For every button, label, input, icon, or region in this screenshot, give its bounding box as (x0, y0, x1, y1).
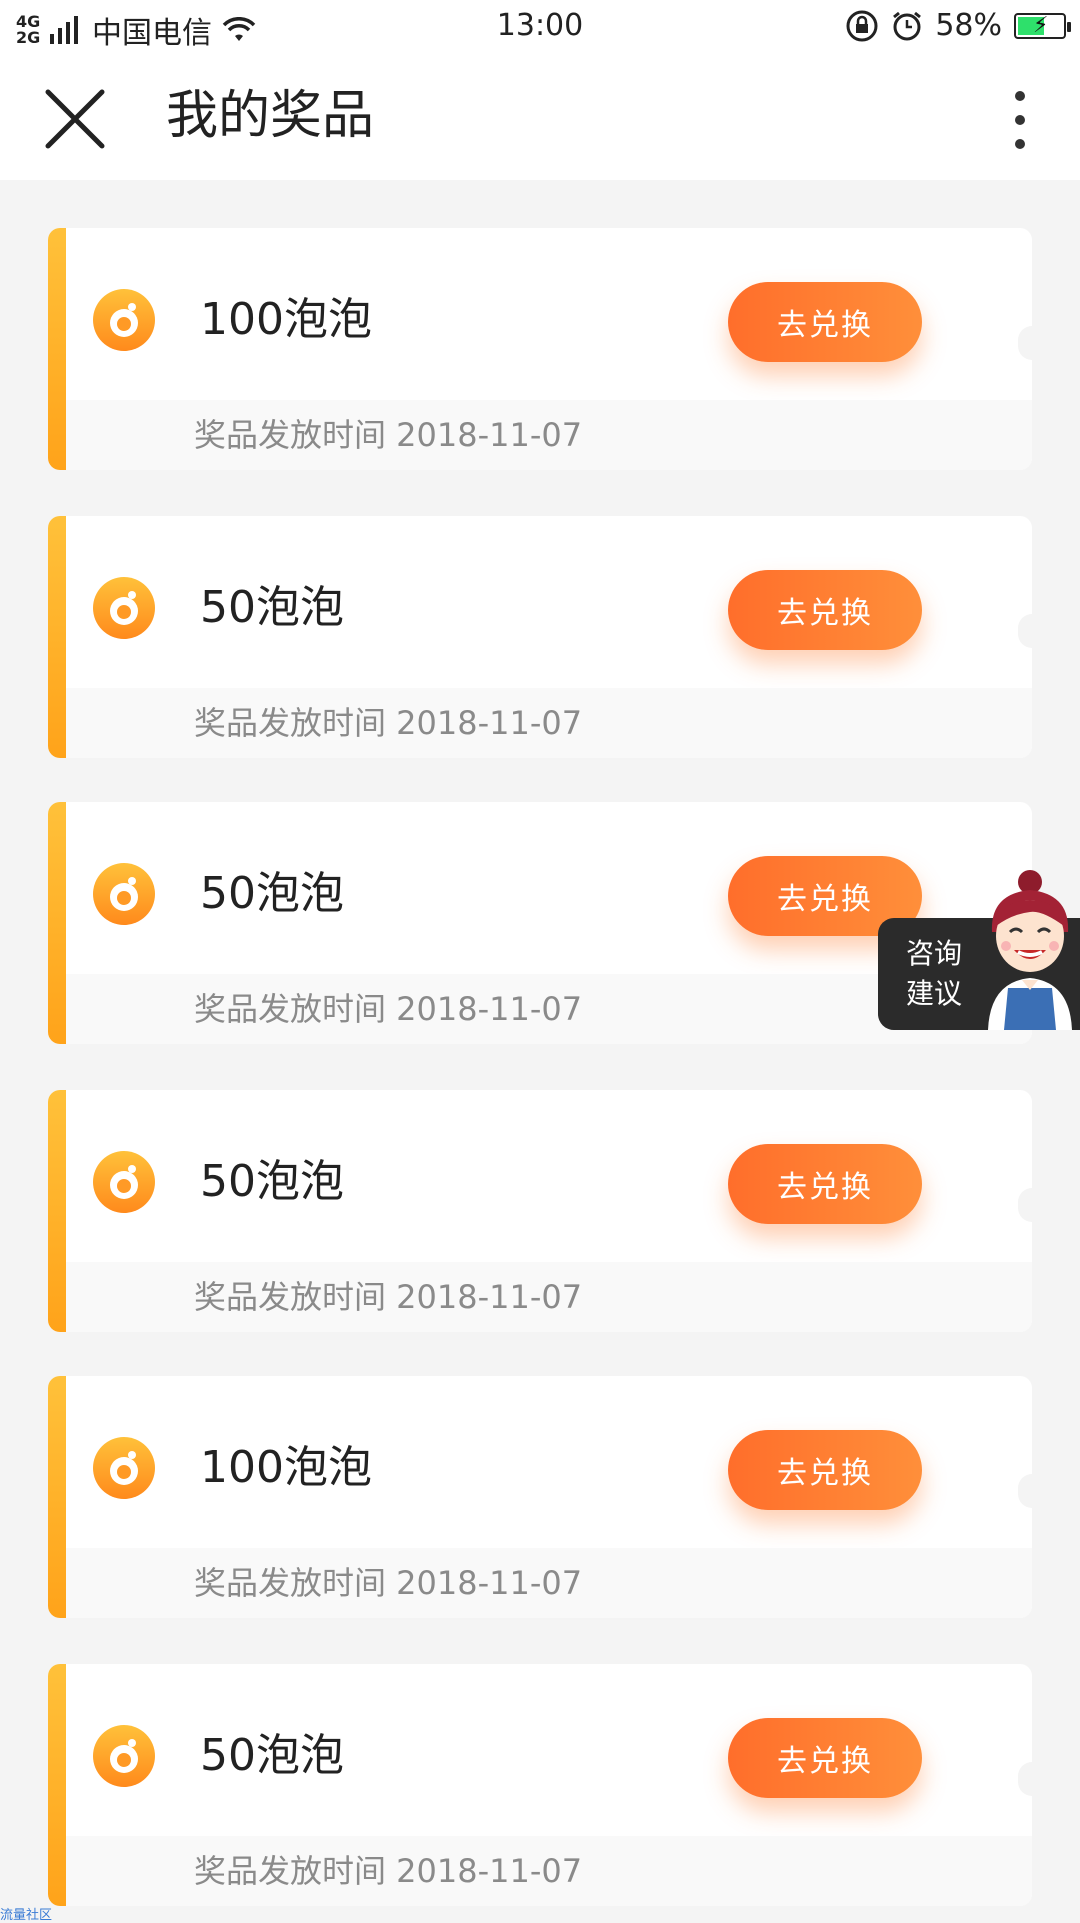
prize-card: 50泡泡 去兑换 奖品发放时间 2018-11-07 (48, 516, 1032, 758)
issue-date: 奖品发放时间 2018-11-07 (194, 416, 583, 454)
card-stripe (48, 802, 66, 1044)
close-icon (45, 89, 105, 149)
bubble-coin-icon (93, 577, 155, 639)
bubble-coin-icon (93, 1437, 155, 1499)
card-notch (1018, 1762, 1032, 1796)
alarm-icon (893, 11, 922, 40)
battery-percent: 58% (935, 8, 1002, 43)
prize-name: 50泡泡 (200, 1730, 344, 1781)
status-right: 58% ⚡ (833, 8, 1071, 43)
card-stripe (48, 516, 66, 758)
card-notch (1018, 614, 1032, 648)
close-button[interactable] (40, 84, 110, 154)
bubble-coin-icon (93, 289, 155, 351)
more-vertical-icon (1015, 91, 1025, 149)
prize-name: 50泡泡 (200, 868, 344, 919)
issue-date: 奖品发放时间 2018-11-07 (194, 704, 583, 742)
card-notch (1018, 326, 1032, 360)
consult-feedback-button[interactable]: 咨询 建议 (878, 870, 1080, 1030)
page-title: 我的奖品 (166, 86, 375, 146)
prize-name: 50泡泡 (200, 582, 344, 633)
card-stripe (48, 1090, 66, 1332)
redeem-button[interactable]: 去兑换 (728, 1144, 922, 1224)
battery-icon: ⚡ (1014, 12, 1071, 39)
redeem-button[interactable]: 去兑换 (728, 1718, 922, 1798)
consult-label: 咨询 建议 (906, 934, 976, 1014)
prize-card: 100泡泡 去兑换 奖品发放时间 2018-11-07 (48, 228, 1032, 470)
card-stripe (48, 1376, 66, 1618)
more-button[interactable] (1000, 88, 1040, 152)
card-stripe (48, 228, 66, 470)
redeem-button[interactable]: 去兑换 (728, 282, 922, 362)
redeem-button[interactable]: 去兑换 (728, 570, 922, 650)
consult-line-1: 咨询 (906, 937, 963, 970)
issue-date: 奖品发放时间 2018-11-07 (194, 990, 583, 1028)
prize-card: 50泡泡 去兑换 奖品发放时间 2018-11-07 (48, 1664, 1032, 1906)
bubble-coin-icon (93, 1725, 155, 1787)
prize-name: 100泡泡 (200, 1442, 372, 1493)
card-notch (1018, 1188, 1032, 1222)
prize-name: 50泡泡 (200, 1156, 344, 1207)
app-header: 我的奖品 (0, 54, 1080, 180)
consult-line-2: 建议 (906, 977, 963, 1010)
prize-name: 100泡泡 (200, 294, 372, 345)
redeem-button[interactable]: 去兑换 (728, 1430, 922, 1510)
issue-date: 奖品发放时间 2018-11-07 (194, 1278, 583, 1316)
issue-date: 奖品发放时间 2018-11-07 (194, 1564, 583, 1602)
bubble-coin-icon (93, 863, 155, 925)
prize-card: 50泡泡 去兑换 奖品发放时间 2018-11-07 (48, 1090, 1032, 1332)
card-notch (1018, 1474, 1032, 1508)
prize-card: 100泡泡 去兑换 奖品发放时间 2018-11-07 (48, 1376, 1032, 1618)
support-agent-avatar (988, 870, 1072, 1030)
status-bar: 4G 2G 中国电信 13:00 58% ⚡ (0, 0, 1080, 54)
card-stripe (48, 1664, 66, 1906)
bubble-coin-icon (93, 1151, 155, 1213)
rotation-lock-icon (846, 10, 878, 41)
issue-date: 奖品发放时间 2018-11-07 (194, 1852, 583, 1890)
watermark: 流量社区 (0, 1908, 53, 1923)
